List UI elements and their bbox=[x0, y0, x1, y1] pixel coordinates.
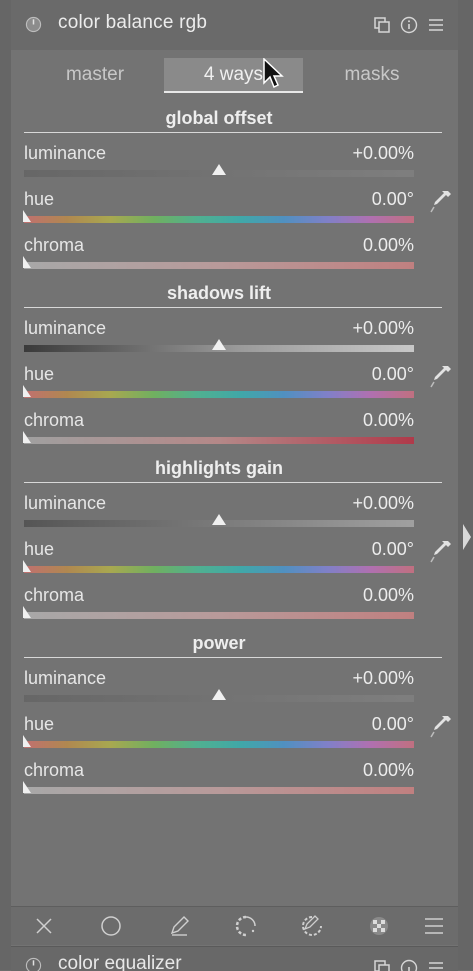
next-module-header[interactable]: color equalizer bbox=[11, 946, 458, 971]
slider-handle[interactable] bbox=[23, 385, 31, 397]
slider-handle[interactable] bbox=[23, 735, 31, 747]
slider-label: hue bbox=[24, 189, 54, 210]
slider-track[interactable] bbox=[24, 741, 414, 748]
section-title-highlights-gain: highlights gain bbox=[24, 458, 414, 479]
slider-label: chroma bbox=[24, 760, 84, 781]
presets-icon[interactable] bbox=[373, 16, 391, 34]
section-divider bbox=[24, 657, 442, 658]
slider-handle[interactable] bbox=[212, 689, 226, 700]
menu-icon[interactable] bbox=[427, 16, 445, 34]
slider-value: +0.00% bbox=[352, 668, 414, 689]
color-balance-rgb-module: color balance rgb master 4 ways masks gl… bbox=[11, 0, 458, 970]
slider-label: hue bbox=[24, 539, 54, 560]
menu-icon[interactable] bbox=[427, 959, 445, 971]
tab-masks[interactable]: masks bbox=[306, 58, 438, 91]
slider-value: 0.00% bbox=[363, 410, 414, 431]
slider-label: luminance bbox=[24, 143, 106, 164]
slider-value: 0.00° bbox=[372, 539, 414, 560]
slider-value: 0.00° bbox=[372, 189, 414, 210]
info-icon[interactable] bbox=[400, 959, 418, 971]
section-title-power: power bbox=[24, 633, 414, 654]
section-title-shadows-lift: shadows lift bbox=[24, 283, 414, 304]
slider-handle[interactable] bbox=[23, 781, 31, 793]
power-chroma-slider[interactable]: chroma 0.00% bbox=[24, 760, 414, 806]
global-offset-chroma-slider[interactable]: chroma 0.00% bbox=[24, 235, 414, 281]
color-picker-icon[interactable] bbox=[428, 713, 454, 739]
slider-value: 0.00° bbox=[372, 364, 414, 385]
pencil-icon[interactable] bbox=[168, 915, 190, 937]
slider-value: +0.00% bbox=[352, 493, 414, 514]
slider-label: luminance bbox=[24, 668, 106, 689]
color-picker-icon[interactable] bbox=[428, 188, 454, 214]
module-header[interactable]: color balance rgb bbox=[11, 0, 458, 50]
next-module-title: color equalizer bbox=[58, 953, 182, 971]
highlights-gain-hue-slider[interactable]: hue 0.00° bbox=[24, 539, 414, 585]
slider-track[interactable] bbox=[24, 262, 414, 269]
slider-track[interactable] bbox=[24, 612, 414, 619]
slider-track[interactable] bbox=[24, 566, 414, 573]
slider-handle[interactable] bbox=[23, 256, 31, 268]
slider-track[interactable] bbox=[24, 391, 414, 398]
module-tabs: master 4 ways masks bbox=[11, 58, 458, 92]
shadows-lift-hue-slider[interactable]: hue 0.00° bbox=[24, 364, 414, 410]
mouse-cursor-icon bbox=[262, 58, 284, 90]
slider-handle[interactable] bbox=[212, 514, 226, 525]
power-icon[interactable] bbox=[25, 16, 42, 33]
highlights-gain-luminance-slider[interactable]: luminance +0.00% bbox=[24, 493, 414, 539]
slider-label: chroma bbox=[24, 235, 84, 256]
drawn-parametric-mask-icon[interactable] bbox=[301, 915, 323, 937]
section-title-global-offset: global offset bbox=[24, 108, 414, 129]
circle-icon[interactable] bbox=[100, 915, 122, 937]
slider-handle[interactable] bbox=[212, 339, 226, 350]
global-offset-hue-slider[interactable]: hue 0.00° bbox=[24, 189, 414, 235]
slider-value: 0.00% bbox=[363, 585, 414, 606]
module-title: color balance rgb bbox=[58, 12, 207, 34]
slider-track[interactable] bbox=[24, 787, 414, 794]
slider-value: +0.00% bbox=[352, 143, 414, 164]
power-icon[interactable] bbox=[25, 957, 42, 971]
tab-master[interactable]: master bbox=[29, 58, 161, 91]
global-offset-luminance-slider[interactable]: luminance +0.00% bbox=[24, 143, 414, 189]
slider-value: 0.00° bbox=[372, 714, 414, 735]
highlights-gain-chroma-slider[interactable]: chroma 0.00% bbox=[24, 585, 414, 631]
slider-value: +0.00% bbox=[352, 318, 414, 339]
slider-handle[interactable] bbox=[23, 560, 31, 572]
section-divider bbox=[24, 482, 442, 483]
slider-label: luminance bbox=[24, 493, 106, 514]
slider-handle[interactable] bbox=[23, 606, 31, 618]
slider-handle[interactable] bbox=[212, 164, 226, 175]
color-picker-icon[interactable] bbox=[428, 363, 454, 389]
section-divider bbox=[24, 307, 442, 308]
slider-label: chroma bbox=[24, 410, 84, 431]
slider-track[interactable] bbox=[24, 216, 414, 223]
info-icon[interactable] bbox=[400, 16, 418, 34]
power-luminance-slider[interactable]: luminance +0.00% bbox=[24, 668, 414, 714]
slider-handle[interactable] bbox=[23, 210, 31, 222]
slider-handle[interactable] bbox=[23, 431, 31, 443]
slider-label: chroma bbox=[24, 585, 84, 606]
shadows-lift-luminance-slider[interactable]: luminance +0.00% bbox=[24, 318, 414, 364]
slider-value: 0.00% bbox=[363, 760, 414, 781]
slider-track[interactable] bbox=[24, 437, 414, 444]
shadows-lift-chroma-slider[interactable]: chroma 0.00% bbox=[24, 410, 414, 456]
slider-label: hue bbox=[24, 714, 54, 735]
presets-icon[interactable] bbox=[373, 959, 391, 971]
blend-menu-icon[interactable] bbox=[423, 915, 445, 937]
blend-toolbar bbox=[11, 906, 458, 945]
panel-collapse-arrow-icon[interactable] bbox=[463, 524, 471, 550]
power-hue-slider[interactable]: hue 0.00° bbox=[24, 714, 414, 760]
close-icon[interactable] bbox=[33, 915, 55, 937]
slider-label: luminance bbox=[24, 318, 106, 339]
slider-label: hue bbox=[24, 364, 54, 385]
raster-mask-icon[interactable] bbox=[368, 915, 390, 937]
right-panel-edge bbox=[458, 0, 473, 970]
section-divider bbox=[24, 132, 442, 133]
left-panel-edge bbox=[0, 0, 11, 970]
color-picker-icon[interactable] bbox=[428, 538, 454, 564]
parametric-mask-icon[interactable] bbox=[235, 915, 257, 937]
slider-value: 0.00% bbox=[363, 235, 414, 256]
